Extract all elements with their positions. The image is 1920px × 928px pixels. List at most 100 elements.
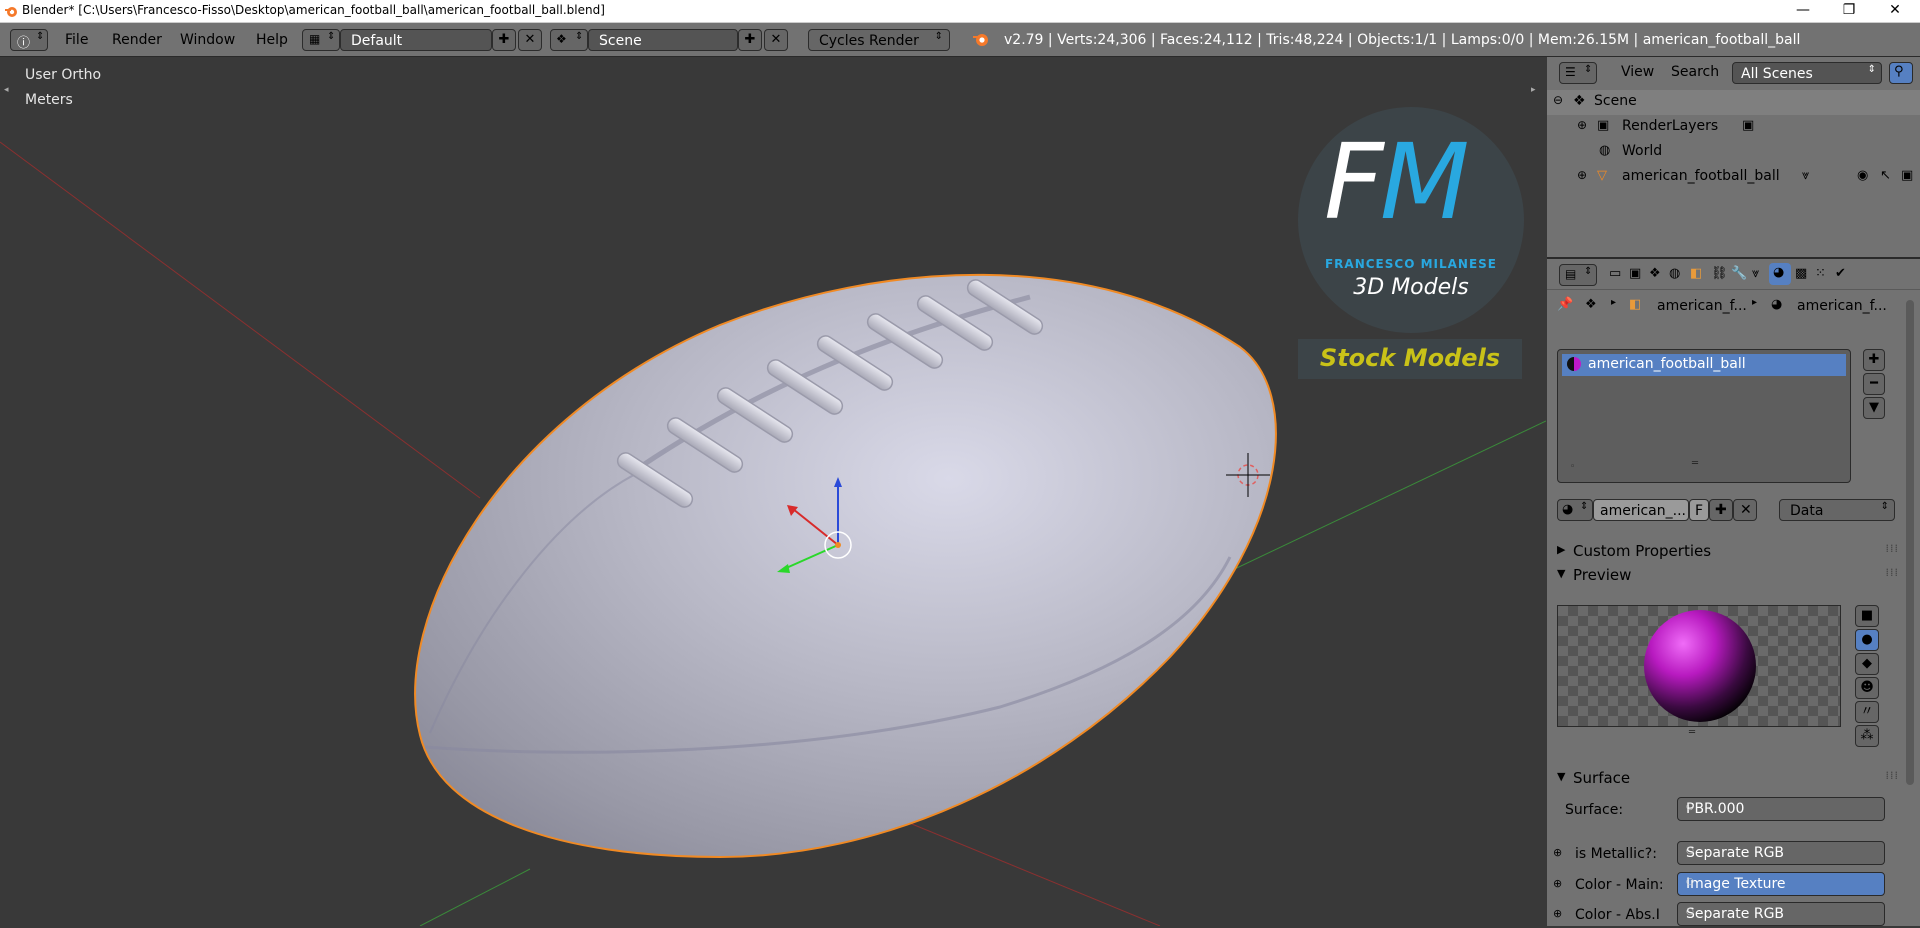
screen-layout-field[interactable]: Default [340,29,492,51]
breadcrumb-material[interactable]: american_f... [1797,298,1887,314]
preview-spheres-button[interactable]: ⁂ [1855,725,1879,747]
properties-editor-type-button[interactable]: ▤ ⇕ [1559,264,1597,286]
outliner-editor-type-button[interactable]: ☰ ⇕ [1559,62,1597,84]
expand-socket-icon[interactable]: ⊕ [1553,877,1562,890]
modifiers-tab-icon[interactable]: 🔧 [1731,266,1747,281]
close-window-button[interactable]: ✕ [1872,0,1918,22]
breadcrumb-object[interactable]: american_f... [1657,298,1747,314]
properties-scrollbar[interactable] [1906,300,1914,785]
drag-grip-icon[interactable]: ⁞⁞⁞ [1886,542,1900,555]
outliner-search-toggle[interactable]: ⚲ [1889,62,1913,84]
add-screen-button[interactable]: ✚ [492,29,516,51]
menu-window[interactable]: Window [180,32,235,48]
expand-socket-icon[interactable]: ⊕ [1553,907,1562,920]
editor-type-menu[interactable]: ⓘ ⇕ [10,29,48,51]
outliner-row-world[interactable]: ◍ World [1547,140,1920,165]
fm-logo-watermark: FM FRANCESCO MILANESE 3D Models [1298,107,1524,333]
surface-shader-button[interactable]: PBR.000 ○ [1677,797,1885,821]
x-axis-line [0,141,481,499]
surface-panel-header[interactable]: ▼ Surface ⁞⁞⁞ [1555,767,1903,791]
preview-flat-button[interactable]: ■ [1855,605,1879,627]
object-tab-icon[interactable]: ◧ [1690,266,1702,281]
preview-panel-header[interactable]: ▼ Preview ⁞⁞⁞ [1555,564,1903,588]
object-icon: ◧ [1629,297,1642,312]
material-preview-render[interactable] [1557,605,1841,727]
preview-monkey-button[interactable]: ☻ [1855,677,1879,699]
close-icon: ✕ [770,32,782,47]
world-tab-icon[interactable]: ◍ [1669,266,1680,281]
preview-hair-button[interactable]: 〃 [1855,701,1879,723]
3d-viewport[interactable]: User Ortho Meters FM FRANCESCO MILANESE … [0,57,1546,926]
drag-grip-icon[interactable]: ⁞⁞⁞ [1886,566,1900,579]
socket-dot-icon: ○ [1686,846,1694,856]
collapse-icon[interactable]: ⊖ [1553,93,1563,107]
material-name-field[interactable]: american_... [1593,499,1689,521]
right-editor-area: ☰ ⇕ View Search All Scenes ⇕ ⚲ ⊖ ❖ Scene… [1547,57,1920,926]
toolshelf-toggle-icon[interactable]: ◂ [4,85,9,95]
outliner-row-object[interactable]: ⊕ ▽ american_football_ball ⩔ ◉ ↖ ▣ [1547,165,1920,190]
unlink-material-button[interactable]: ✕ [1733,499,1757,521]
material-tab-active[interactable]: ◕ [1769,263,1791,285]
eye-icon[interactable]: ◉ [1857,168,1868,183]
preview-sphere-button[interactable]: ● [1855,629,1879,651]
outliner-display-mode-dropdown[interactable]: All Scenes ⇕ [1732,62,1882,84]
expand-icon[interactable]: ⊕ [1577,118,1587,132]
mesh-object-icon: ▽ [1597,168,1607,183]
constraints-tab-icon[interactable]: ⛓ [1711,266,1728,281]
expand-socket-icon[interactable]: ⊕ [1553,846,1562,859]
renderlayers-tab-icon[interactable]: ▣ [1629,266,1641,281]
minimize-button[interactable]: — [1780,0,1826,22]
outliner-row-scene[interactable]: ⊖ ❖ Scene [1547,90,1920,115]
render-engine-dropdown[interactable]: Cycles Render ⇕ [808,29,950,51]
link-mode-dropdown[interactable]: Data ⇕ [1779,499,1895,521]
scene-field[interactable]: Scene [588,29,738,51]
remove-material-slot-button[interactable]: ━ [1863,373,1885,395]
football-mesh[interactable] [414,273,1277,859]
custom-properties-panel-header[interactable]: ▶ Custom Properties ⁞⁞⁞ [1555,540,1903,564]
outliner-search-menu[interactable]: Search [1671,64,1719,80]
scene-tab-icon[interactable]: ❖ [1649,266,1661,281]
y-axis-line-lower [419,868,531,926]
down-arrow-icon: ▼ [1869,400,1879,415]
material-slot-row[interactable]: american_football_ball [1562,354,1846,376]
physics-tab-icon[interactable]: ✔ [1835,266,1846,281]
delete-screen-button[interactable]: ✕ [518,29,542,51]
outliner-view-menu[interactable]: View [1621,64,1654,80]
expand-icon[interactable]: ⊕ [1577,168,1587,182]
data-tab-icon[interactable]: ⩔ [1752,266,1759,281]
menu-file[interactable]: File [65,32,88,48]
color-main-input-button[interactable]: Image Texture ○ [1677,872,1885,896]
preview-cube-button[interactable]: ◆ [1855,653,1879,675]
add-scene-button[interactable]: ✚ [738,29,762,51]
resize-handle-icon[interactable]: ═ [1692,458,1698,469]
new-material-button[interactable]: ✚ [1709,499,1733,521]
fake-user-button[interactable]: F [1689,499,1709,521]
scene-icon: ❖ [1585,297,1597,312]
breadcrumb: 📌 ❖ ▸ ◧ american_f... ▸ ◕ american_f... [1547,289,1920,325]
delete-scene-button[interactable]: ✕ [764,29,788,51]
color-abs-input-button[interactable]: Separate RGB ○ [1677,902,1885,926]
menu-render[interactable]: Render [112,32,162,48]
camera-render-icon[interactable]: ▣ [1901,168,1913,183]
properties-toggle-icon[interactable]: ▸ [1531,85,1536,95]
particles-tab-icon[interactable]: ⁙ [1815,266,1826,281]
cursor-select-icon[interactable]: ↖ [1880,168,1891,183]
browse-material-button[interactable]: ◕ ⇕ [1557,499,1593,521]
render-tab-icon[interactable]: ▭ [1609,266,1621,281]
outliner-row-renderlayers[interactable]: ⊕ ▣ RenderLayers ▣ [1547,115,1920,140]
is-metallic-input-button[interactable]: Separate RGB ○ [1677,841,1885,865]
screen-layout-type-button[interactable]: ▦ ⇕ [302,29,340,51]
renderlayer-icon: ▣ [1742,118,1755,133]
material-slot-list[interactable]: american_football_ball ◦ ═ [1557,349,1851,483]
filter-options-icon[interactable]: ◦ [1570,462,1575,472]
material-slot-specials-button[interactable]: ▼ [1863,397,1885,419]
texture-tab-icon[interactable]: ▩ [1795,266,1807,281]
menu-help[interactable]: Help [256,32,288,48]
color-main-row: ⊕ Color - Main: Image Texture ○ [1547,872,1920,898]
maximize-button[interactable]: ❐ [1826,0,1872,22]
resize-handle-icon[interactable]: ═ [1689,727,1695,738]
scene-type-button[interactable]: ❖ ⇕ [550,29,588,51]
drag-grip-icon[interactable]: ⁞⁞⁞ [1886,769,1900,782]
add-material-slot-button[interactable]: ✚ [1863,349,1885,371]
pin-icon[interactable]: 📌 [1557,297,1573,312]
